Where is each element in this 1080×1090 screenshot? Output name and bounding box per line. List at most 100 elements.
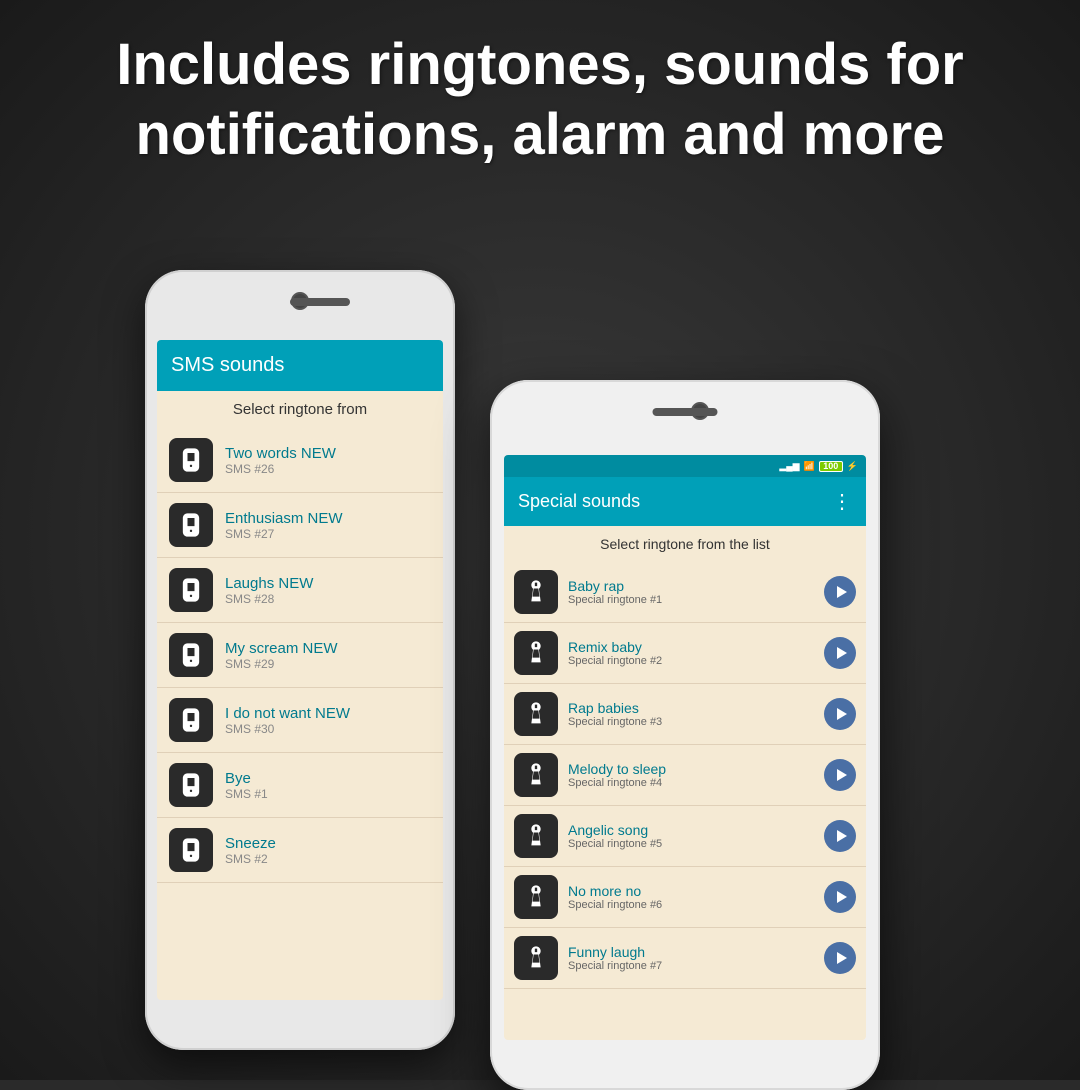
sms-item-subtitle-3: SMS #29 bbox=[225, 657, 431, 671]
sms-item-6[interactable]: Sneeze SMS #2 bbox=[157, 818, 443, 883]
special-item-title-4: Angelic song bbox=[568, 822, 814, 838]
special-item-text-1: Remix baby Special ringtone #2 bbox=[568, 639, 814, 667]
sms-item-subtitle-5: SMS #1 bbox=[225, 787, 431, 801]
sms-item-icon-5 bbox=[169, 763, 213, 807]
sms-item-0[interactable]: Two words NEW SMS #26 bbox=[157, 428, 443, 493]
header-line2: notifications, alarm and more bbox=[136, 102, 945, 167]
special-item-title-0: Baby rap bbox=[568, 578, 814, 594]
special-item-text-4: Angelic song Special ringtone #5 bbox=[568, 822, 814, 850]
phone2-speaker bbox=[653, 408, 718, 416]
sms-item-5[interactable]: Bye SMS #1 bbox=[157, 753, 443, 818]
sms-item-title-5: Bye bbox=[225, 770, 431, 787]
special-item-5[interactable]: No more no Special ringtone #6 bbox=[504, 867, 866, 928]
sms-item-title-1: Enthusiasm NEW bbox=[225, 510, 431, 527]
sms-item-icon-0 bbox=[169, 438, 213, 482]
special-list-header: Select ringtone from the list bbox=[504, 526, 866, 562]
special-item-1[interactable]: Remix baby Special ringtone #2 bbox=[504, 623, 866, 684]
sms-item-text-4: I do not want NEW SMS #30 bbox=[225, 705, 431, 736]
special-item-icon-1 bbox=[514, 631, 558, 675]
sms-item-icon-1 bbox=[169, 503, 213, 547]
special-item-icon-3 bbox=[514, 753, 558, 797]
special-item-title-2: Rap babies bbox=[568, 700, 814, 716]
special-item-4[interactable]: Angelic song Special ringtone #5 bbox=[504, 806, 866, 867]
phone2: ▂▄▆ 📶 100 ⚡ Special sounds ⋮ Select ring… bbox=[490, 380, 880, 1090]
sms-item-icon-3 bbox=[169, 633, 213, 677]
sms-item-icon-6 bbox=[169, 828, 213, 872]
sms-item-title-6: Sneeze bbox=[225, 835, 431, 852]
sms-item-1[interactable]: Enthusiasm NEW SMS #27 bbox=[157, 493, 443, 558]
play-button-0[interactable] bbox=[824, 576, 856, 608]
special-item-subtitle-2: Special ringtone #3 bbox=[568, 716, 814, 728]
special-app-bar: Special sounds ⋮ bbox=[504, 477, 866, 526]
sms-item-text-2: Laughs NEW SMS #28 bbox=[225, 575, 431, 606]
sms-item-title-2: Laughs NEW bbox=[225, 575, 431, 592]
sms-item-4[interactable]: I do not want NEW SMS #30 bbox=[157, 688, 443, 753]
special-item-subtitle-1: Special ringtone #2 bbox=[568, 655, 814, 667]
special-item-text-5: No more no Special ringtone #6 bbox=[568, 883, 814, 911]
status-bar: ▂▄▆ 📶 100 ⚡ bbox=[504, 455, 866, 477]
sms-item-text-0: Two words NEW SMS #26 bbox=[225, 445, 431, 476]
phone1-speaker bbox=[290, 298, 350, 306]
wifi-icon: 📶 bbox=[804, 461, 815, 472]
signal-icon: ▂▄▆ bbox=[779, 461, 799, 472]
special-item-icon-6 bbox=[514, 936, 558, 980]
special-item-subtitle-6: Special ringtone #7 bbox=[568, 960, 814, 972]
sms-app-bar: SMS sounds bbox=[157, 340, 443, 391]
special-item-3[interactable]: Melody to sleep Special ringtone #4 bbox=[504, 745, 866, 806]
special-item-icon-4 bbox=[514, 814, 558, 858]
sms-item-subtitle-2: SMS #28 bbox=[225, 592, 431, 606]
phone2-screen: ▂▄▆ 📶 100 ⚡ Special sounds ⋮ Select ring… bbox=[504, 455, 866, 1040]
sms-item-3[interactable]: My scream NEW SMS #29 bbox=[157, 623, 443, 688]
play-button-1[interactable] bbox=[824, 637, 856, 669]
sms-list-header: Select ringtone from bbox=[157, 391, 443, 428]
charge-icon: ⚡ bbox=[847, 461, 858, 472]
special-item-title-5: No more no bbox=[568, 883, 814, 899]
phone2-shell: ▂▄▆ 📶 100 ⚡ Special sounds ⋮ Select ring… bbox=[490, 380, 880, 1090]
special-item-text-6: Funny laugh Special ringtone #7 bbox=[568, 944, 814, 972]
sms-item-2[interactable]: Laughs NEW SMS #28 bbox=[157, 558, 443, 623]
special-item-subtitle-0: Special ringtone #1 bbox=[568, 594, 814, 606]
sms-item-subtitle-6: SMS #2 bbox=[225, 852, 431, 866]
special-app-bar-title: Special sounds bbox=[518, 491, 640, 512]
special-item-subtitle-4: Special ringtone #5 bbox=[568, 838, 814, 850]
special-item-text-3: Melody to sleep Special ringtone #4 bbox=[568, 761, 814, 789]
special-item-6[interactable]: Funny laugh Special ringtone #7 bbox=[504, 928, 866, 989]
sms-item-text-3: My scream NEW SMS #29 bbox=[225, 640, 431, 671]
battery-icon: 100 bbox=[819, 461, 843, 472]
play-button-3[interactable] bbox=[824, 759, 856, 791]
play-button-4[interactable] bbox=[824, 820, 856, 852]
phone1-screen: SMS sounds Select ringtone from Two word… bbox=[157, 340, 443, 1000]
sms-item-icon-2 bbox=[169, 568, 213, 612]
sms-item-text-5: Bye SMS #1 bbox=[225, 770, 431, 801]
sms-app-bar-title: SMS sounds bbox=[171, 354, 284, 377]
sms-item-subtitle-0: SMS #26 bbox=[225, 462, 431, 476]
header-text: Includes ringtones, sounds for notificat… bbox=[0, 30, 1080, 169]
play-button-6[interactable] bbox=[824, 942, 856, 974]
sms-item-subtitle-1: SMS #27 bbox=[225, 527, 431, 541]
special-item-text-0: Baby rap Special ringtone #1 bbox=[568, 578, 814, 606]
special-item-text-2: Rap babies Special ringtone #3 bbox=[568, 700, 814, 728]
special-item-icon-0 bbox=[514, 570, 558, 614]
special-item-icon-5 bbox=[514, 875, 558, 919]
special-item-2[interactable]: Rap babies Special ringtone #3 bbox=[504, 684, 866, 745]
phone1: SMS sounds Select ringtone from Two word… bbox=[145, 270, 455, 1050]
header-line1: Includes ringtones, sounds for bbox=[116, 32, 964, 97]
special-item-icon-2 bbox=[514, 692, 558, 736]
sms-item-text-1: Enthusiasm NEW SMS #27 bbox=[225, 510, 431, 541]
special-item-subtitle-5: Special ringtone #6 bbox=[568, 899, 814, 911]
sms-item-text-6: Sneeze SMS #2 bbox=[225, 835, 431, 866]
special-item-subtitle-3: Special ringtone #4 bbox=[568, 777, 814, 789]
sms-item-icon-4 bbox=[169, 698, 213, 742]
play-button-2[interactable] bbox=[824, 698, 856, 730]
special-item-title-3: Melody to sleep bbox=[568, 761, 814, 777]
sms-item-title-4: I do not want NEW bbox=[225, 705, 431, 722]
phone1-shell: SMS sounds Select ringtone from Two word… bbox=[145, 270, 455, 1050]
play-button-5[interactable] bbox=[824, 881, 856, 913]
special-item-title-6: Funny laugh bbox=[568, 944, 814, 960]
special-item-0[interactable]: Baby rap Special ringtone #1 bbox=[504, 562, 866, 623]
more-options-icon[interactable]: ⋮ bbox=[832, 489, 852, 514]
sms-item-subtitle-4: SMS #30 bbox=[225, 722, 431, 736]
sms-item-title-0: Two words NEW bbox=[225, 445, 431, 462]
special-item-title-1: Remix baby bbox=[568, 639, 814, 655]
sms-item-title-3: My scream NEW bbox=[225, 640, 431, 657]
